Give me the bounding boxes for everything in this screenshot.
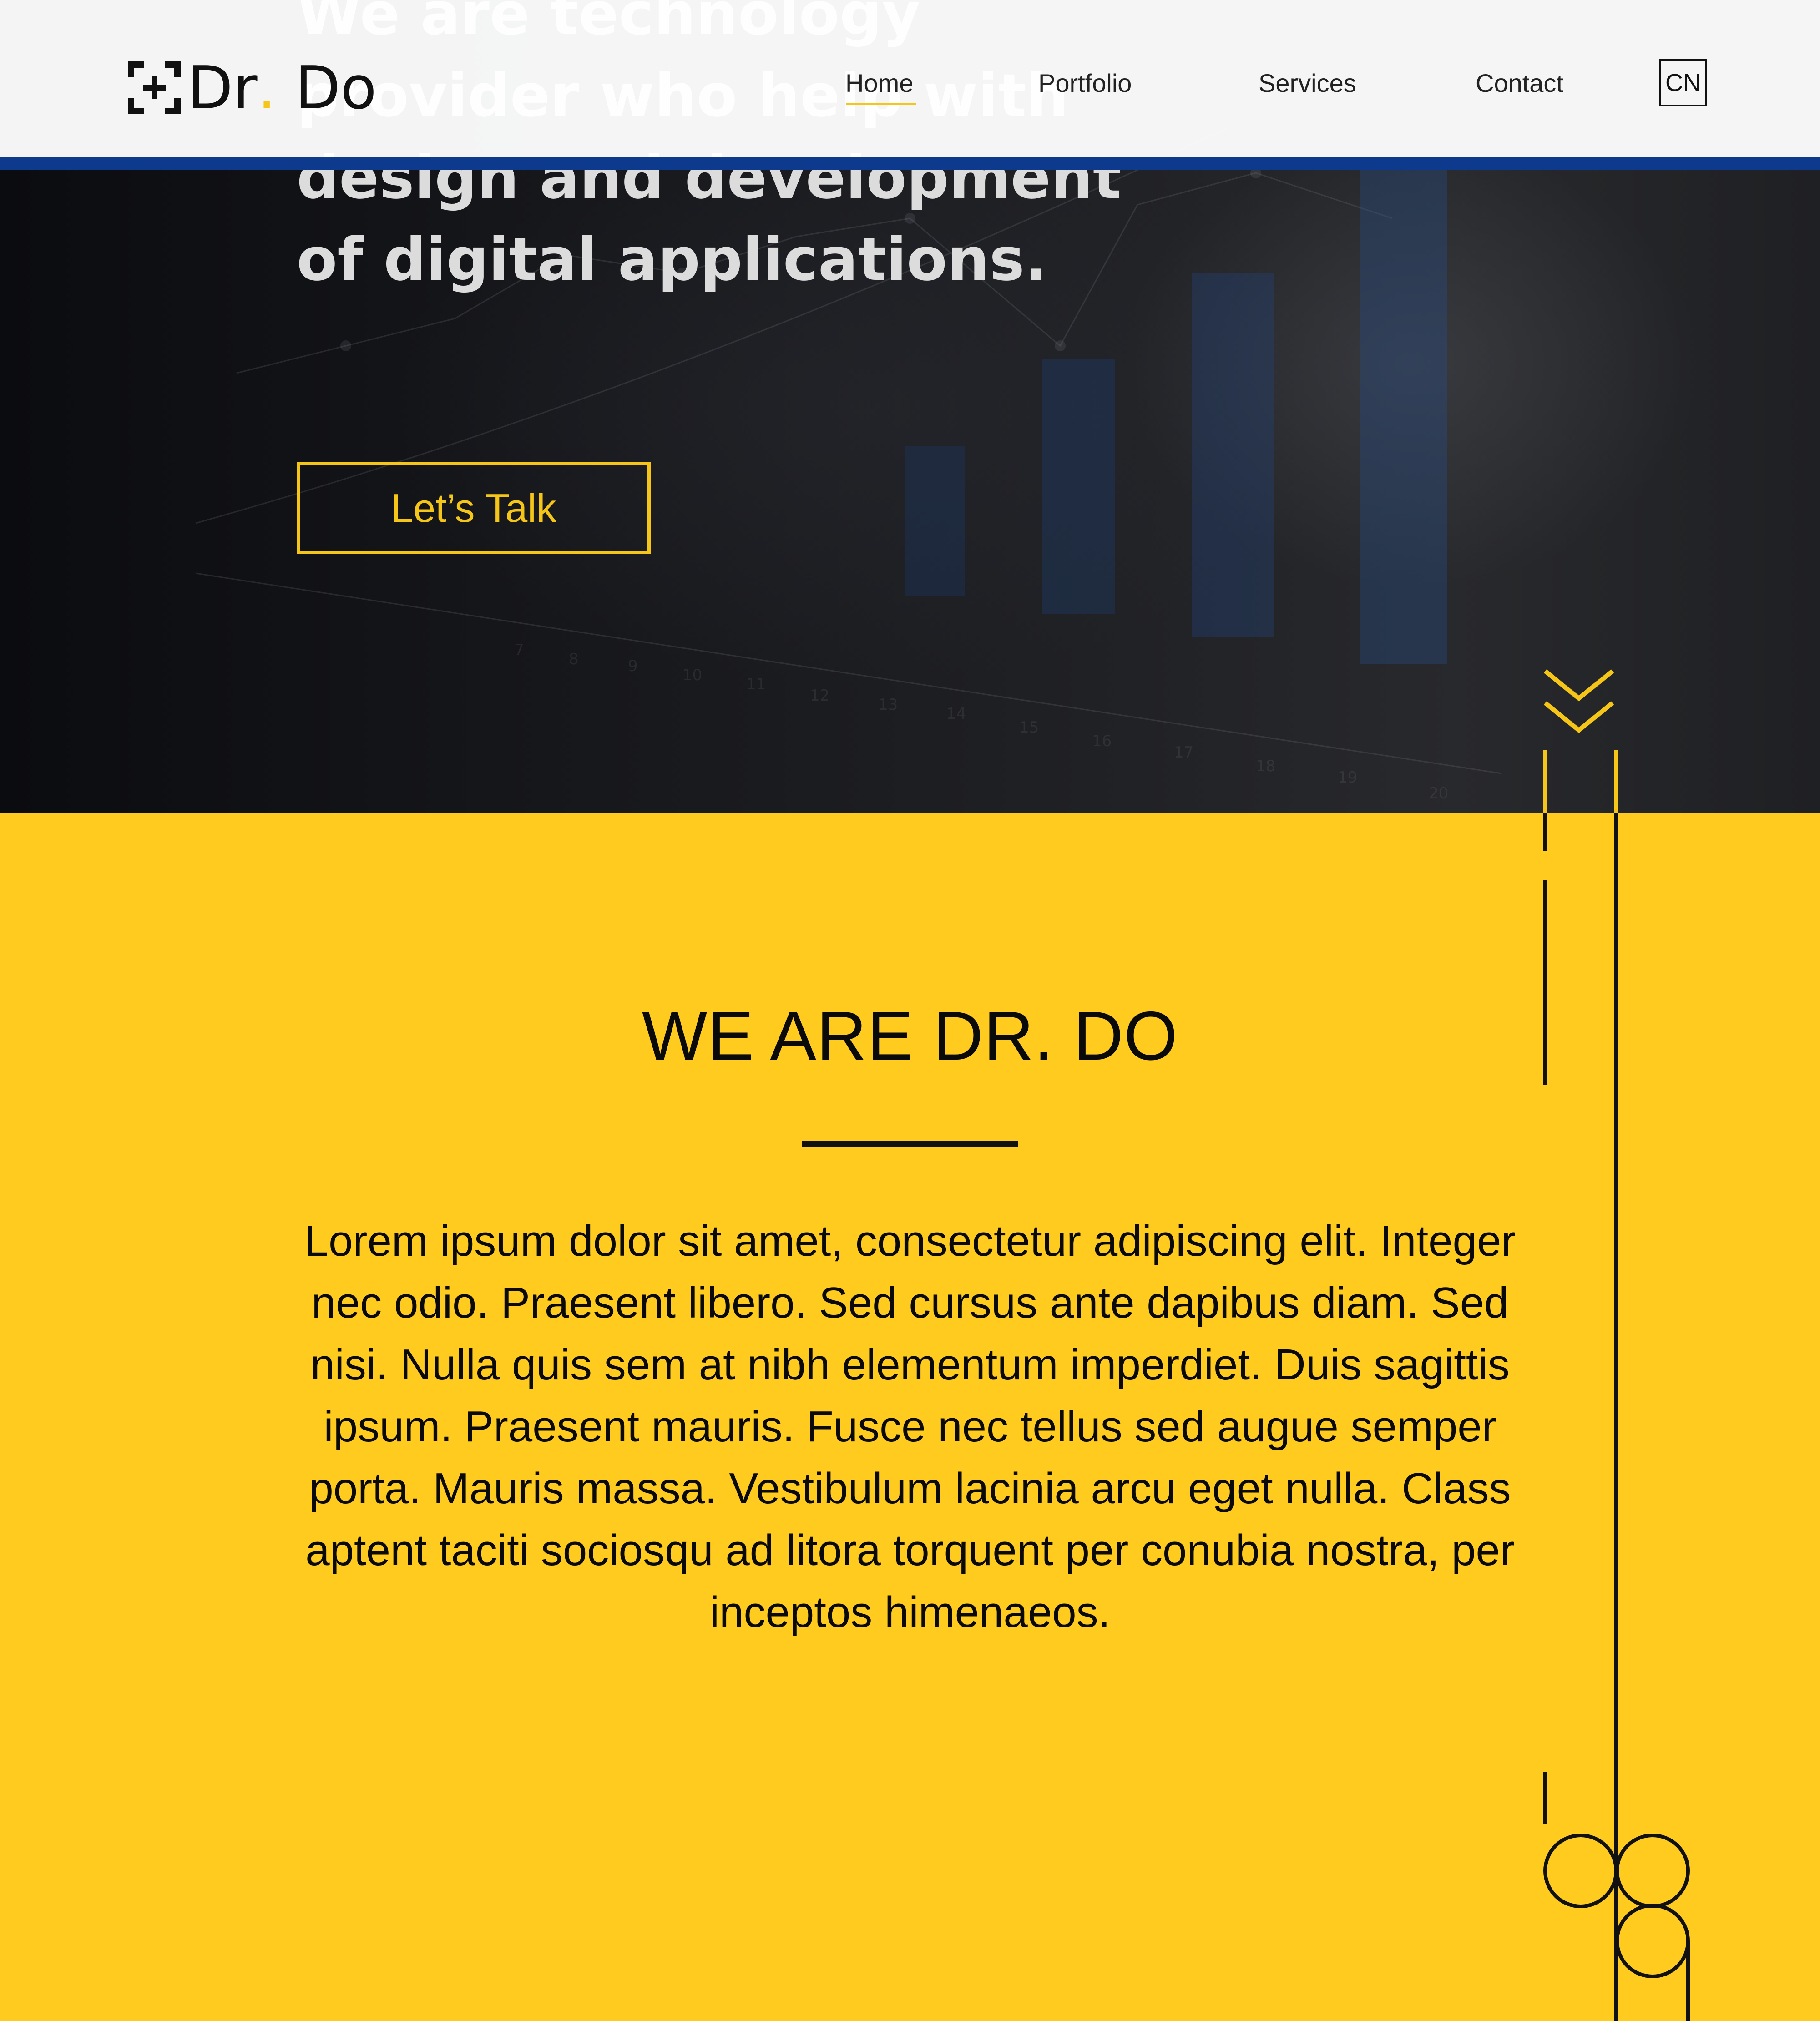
brand-name-part1: Dr — [187, 53, 258, 122]
logo-bracket-icon — [128, 61, 181, 114]
double-chevron-down-icon[interactable] — [1542, 667, 1615, 737]
svg-text:10: 10 — [682, 666, 702, 684]
language-toggle-button[interactable]: CN — [1659, 59, 1707, 106]
svg-text:12: 12 — [810, 687, 829, 705]
brand-name-part2: Do — [276, 53, 377, 122]
nav-item-home[interactable]: Home — [845, 68, 913, 98]
nav-active-indicator — [846, 103, 916, 105]
svg-text:14: 14 — [946, 705, 966, 723]
nav-item-services[interactable]: Services — [1259, 68, 1356, 98]
about-divider — [802, 1141, 1018, 1147]
header-accent-stripe — [0, 157, 1820, 170]
nav-item-contact[interactable]: Contact — [1476, 68, 1563, 98]
svg-text:8: 8 — [569, 650, 579, 668]
lets-talk-button[interactable]: Let’s Talk — [297, 462, 651, 554]
svg-text:15: 15 — [1019, 718, 1039, 737]
brand-name: Dr. Do — [187, 58, 377, 117]
svg-text:9: 9 — [628, 657, 638, 675]
svg-text:19: 19 — [1338, 768, 1357, 787]
svg-text:17: 17 — [1174, 743, 1193, 762]
svg-text:18: 18 — [1256, 757, 1275, 775]
brand-name-dot: . — [257, 53, 276, 122]
svg-text:7: 7 — [514, 641, 524, 659]
svg-text:13: 13 — [878, 696, 898, 714]
about-body-text: Lorem ipsum dolor sit amet, consectetur … — [304, 1217, 1516, 1637]
svg-text:20: 20 — [1429, 784, 1448, 803]
decorative-lines-graphic — [1543, 750, 1690, 2021]
brand-logo[interactable]: Dr. Do — [127, 58, 377, 117]
nav-item-portfolio[interactable]: Portfolio — [1038, 68, 1132, 98]
site-header: Dr. Do Home Portfolio Services Contact C… — [0, 0, 1820, 157]
svg-text:16: 16 — [1092, 732, 1112, 750]
svg-text:11: 11 — [746, 675, 766, 693]
